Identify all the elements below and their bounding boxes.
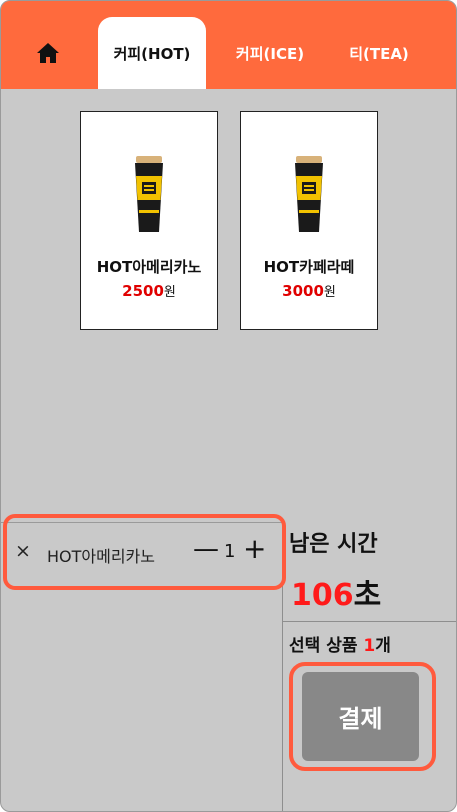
remaining-seconds: 106 [291,578,354,613]
minus-icon[interactable]: — [193,534,219,564]
selected-prefix: 선택 상품 [289,636,364,656]
kiosk-screen: 커피(HOT) 커피(ICE) 티(TEA) HOT아메리카노 2500원 HO… [0,0,457,812]
product-name: HOT아메리카노 [96,258,202,276]
tab-tea[interactable]: 티(TEA) [336,17,422,89]
tab-label: 커피(HOT) [113,44,191,63]
summary-divider [283,621,456,622]
seconds-unit: 초 [353,578,382,613]
home-icon [37,43,59,63]
product-price: 2500원 [81,281,217,300]
coffee-cup-image [135,156,163,232]
selected-count: 1 [363,636,376,656]
pay-button[interactable]: 결제 [302,672,419,761]
category-bar: 커피(HOT) 커피(ICE) 티(TEA) [1,1,456,89]
tab-coffee-ice[interactable]: 커피(ICE) [223,17,317,89]
tab-label: 티(TEA) [349,44,409,63]
coffee-cup-image [295,156,323,232]
price-value: 3000 [282,282,324,300]
product-card-americano[interactable]: HOT아메리카노 2500원 [80,111,218,330]
selected-items-count: 선택 상품 1개 [289,631,391,656]
selected-suffix: 개 [375,636,391,656]
plus-icon[interactable]: + [243,532,266,565]
cart-item-quantity: 1 [224,541,236,562]
price-currency: 원 [163,285,176,300]
tab-label: 커피(ICE) [235,44,305,63]
tab-coffee-hot[interactable]: 커피(HOT) [98,17,206,89]
cart-item: × HOT아메리카노 — 1 + [3,514,286,590]
home-button[interactable] [23,38,73,68]
cart-item-name: HOT아메리카노 [47,547,155,566]
product-card-cafe-latte[interactable]: HOT카페라떼 3000원 [240,111,378,330]
remaining-time-label: 남은 시간 [289,532,378,557]
product-price: 3000원 [241,281,377,300]
product-name: HOT카페라떼 [263,258,355,276]
remaining-time: 106초 [291,570,381,614]
price-value: 2500 [122,282,164,300]
close-icon[interactable]: × [15,540,31,562]
price-currency: 원 [323,285,336,300]
